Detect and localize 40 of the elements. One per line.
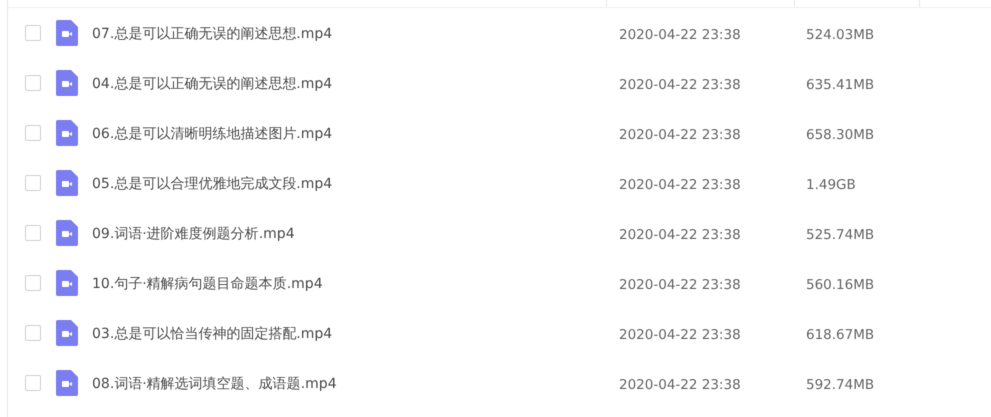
checkbox[interactable] bbox=[25, 25, 41, 41]
modified-date: 2020-04-22 23:38 bbox=[619, 176, 741, 192]
checkbox[interactable] bbox=[25, 325, 41, 341]
file-size: 618.67MB bbox=[806, 326, 874, 342]
video-file-icon bbox=[56, 120, 78, 146]
file-name[interactable]: 04.总是可以正确无误的阐述思想.mp4 bbox=[92, 76, 332, 92]
file-name[interactable]: 08.词语·精解选词填空题、成语题.mp4 bbox=[92, 376, 337, 392]
checkbox[interactable] bbox=[25, 125, 41, 141]
file-size: 560.16MB bbox=[806, 276, 874, 292]
checkbox[interactable] bbox=[25, 75, 41, 91]
modified-date: 2020-04-22 23:38 bbox=[619, 26, 741, 42]
file-name[interactable]: 05.总是可以合理优雅地完成文段.mp4 bbox=[92, 176, 332, 192]
file-name[interactable]: 09.词语·进阶难度例题分析.mp4 bbox=[92, 226, 295, 242]
file-size: 635.41MB bbox=[806, 76, 874, 92]
modified-date: 2020-04-22 23:38 bbox=[619, 376, 741, 392]
checkbox[interactable] bbox=[25, 375, 41, 391]
file-size: 592.74MB bbox=[806, 376, 874, 392]
video-file-icon bbox=[56, 220, 78, 246]
modified-date: 2020-04-22 23:38 bbox=[619, 326, 741, 342]
file-size: 525.74MB bbox=[806, 226, 874, 242]
checkbox[interactable] bbox=[25, 175, 41, 191]
video-file-icon bbox=[56, 170, 78, 196]
file-name[interactable]: 07.总是可以正确无误的阐述思想.mp4 bbox=[92, 26, 332, 42]
video-file-icon bbox=[56, 20, 78, 46]
checkbox[interactable] bbox=[25, 275, 41, 291]
file-size: 524.03MB bbox=[806, 26, 874, 42]
video-file-icon bbox=[56, 370, 78, 396]
checkbox[interactable] bbox=[25, 225, 41, 241]
modified-date: 2020-04-22 23:38 bbox=[619, 276, 741, 292]
file-name[interactable]: 06.总是可以清晰明练地描述图片.mp4 bbox=[92, 126, 332, 142]
file-name[interactable]: 10.句子·精解病句题目命题本质.mp4 bbox=[92, 276, 323, 292]
video-file-icon bbox=[56, 320, 78, 346]
video-file-icon bbox=[56, 270, 78, 296]
modified-date: 2020-04-22 23:38 bbox=[619, 126, 741, 142]
modified-date: 2020-04-22 23:38 bbox=[619, 76, 741, 92]
file-size: 658.30MB bbox=[806, 126, 874, 142]
modified-date: 2020-04-22 23:38 bbox=[619, 226, 741, 242]
video-file-icon bbox=[56, 70, 78, 96]
file-size: 1.49GB bbox=[806, 176, 856, 192]
file-name[interactable]: 03.总是可以恰当传神的固定搭配.mp4 bbox=[92, 326, 332, 342]
